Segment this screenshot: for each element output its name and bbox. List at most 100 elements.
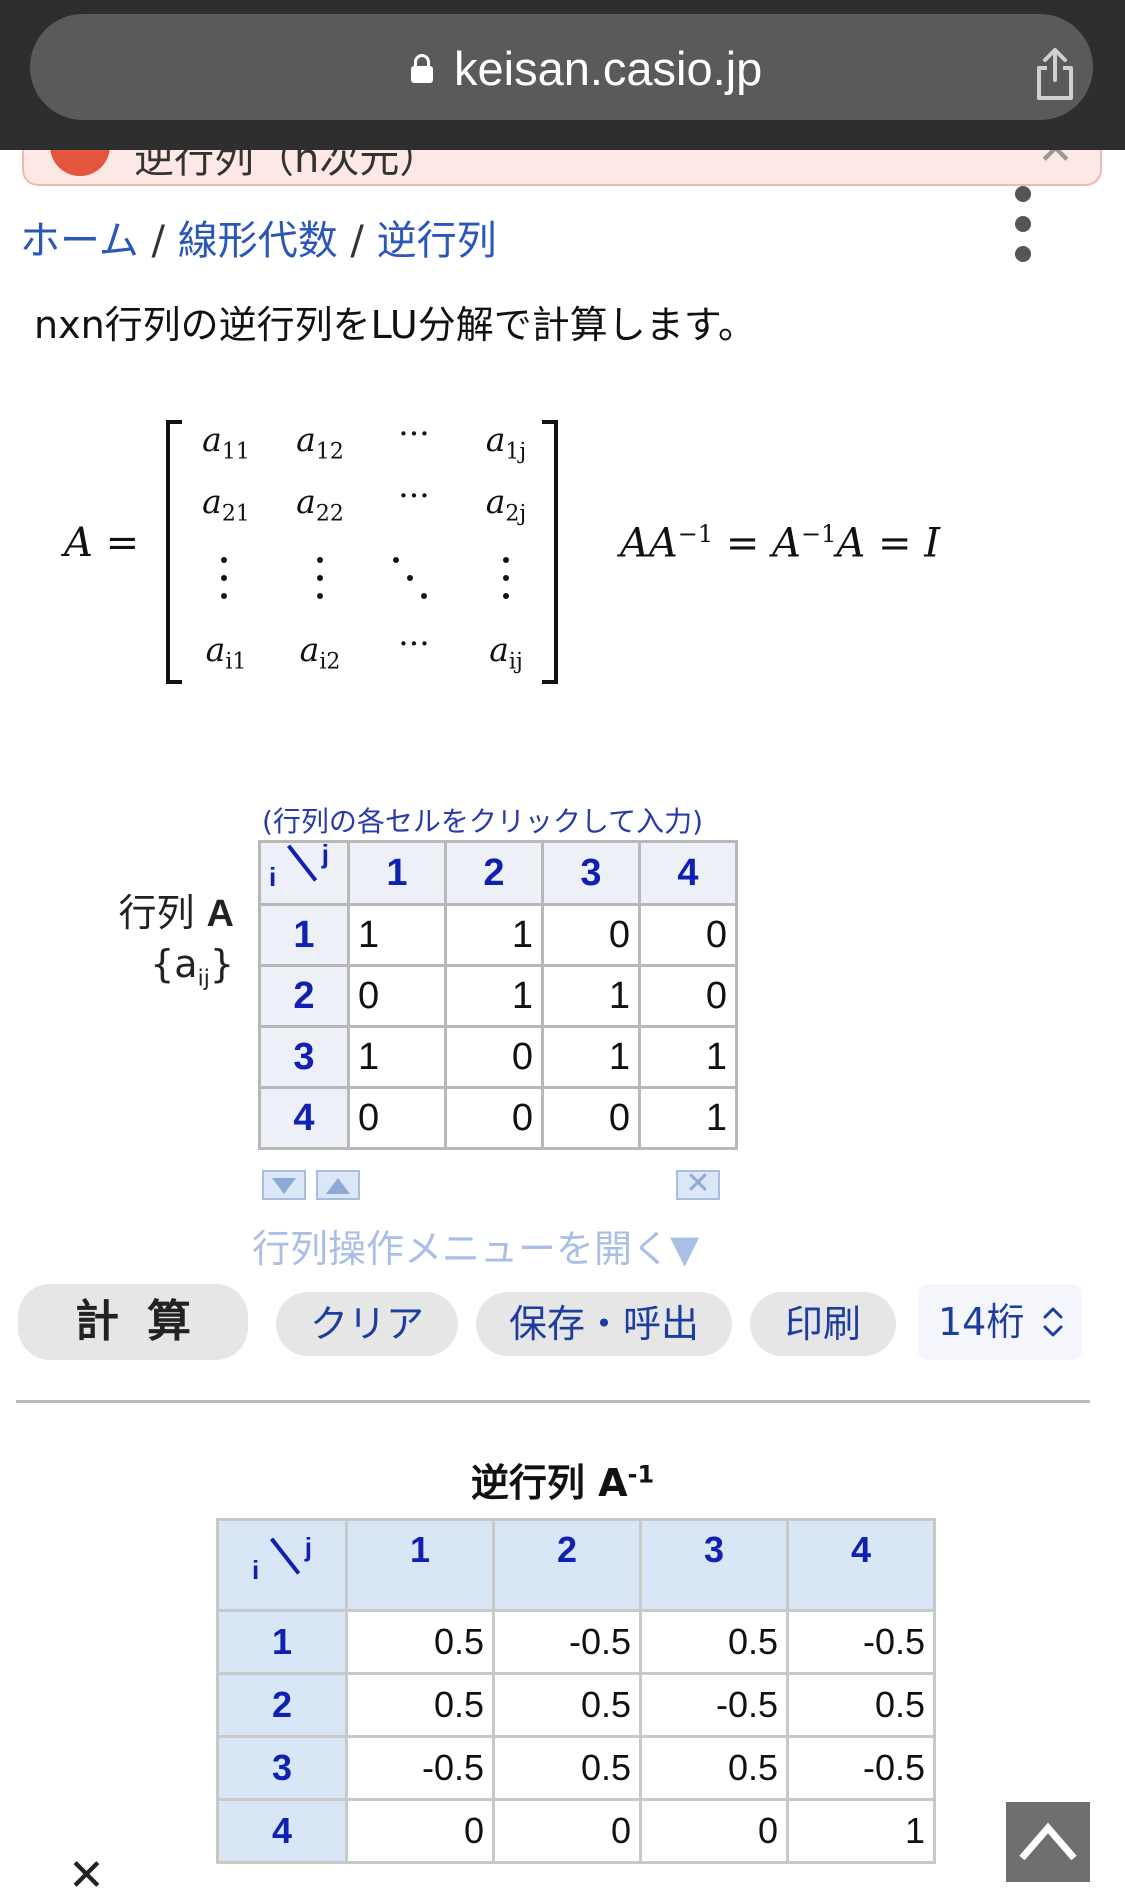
result-cell: 0.5 — [639, 1609, 789, 1675]
corner-cell: ij — [216, 1518, 348, 1612]
breadcrumb-current[interactable]: 逆行列 — [377, 218, 497, 264]
calculate-button[interactable]: 計算 — [18, 1284, 248, 1360]
column-header: 1 — [347, 840, 447, 906]
matrix-cell-input[interactable]: 0 — [541, 1086, 641, 1150]
breadcrumb-separator: / — [138, 218, 178, 264]
matrix-element: a11 — [202, 420, 250, 465]
url-text[interactable]: keisan.casio.jp — [454, 44, 762, 94]
column-header: 2 — [444, 840, 544, 906]
page-description: nxn行列の逆行列をLU分解で計算します。 — [34, 303, 756, 347]
result-cell: 0.5 — [345, 1672, 495, 1738]
triangle-down-icon — [272, 1178, 296, 1194]
scroll-to-top-button[interactable] — [1006, 1802, 1090, 1882]
more-vertical-icon[interactable] — [1010, 186, 1036, 262]
row-header: 3 — [258, 1025, 350, 1089]
chevron-up-down-icon — [1043, 1307, 1063, 1337]
matrix-element: a2j — [485, 482, 527, 527]
result-cell: 0 — [639, 1798, 789, 1864]
matrix-a-label: 行列 A {aij} — [118, 891, 234, 992]
matrix-symbol: A = — [64, 520, 140, 566]
banner-title: 逆行列（n次元） — [134, 150, 440, 182]
breadcrumb: ホーム / 線形代数 / 逆行列 — [20, 208, 497, 266]
matrix-element: a1j — [485, 420, 527, 465]
matrix-element: a12 — [296, 420, 344, 465]
matrix-cell-input[interactable]: 1 — [638, 1086, 738, 1150]
result-matrix-table: ij 1 2 3 4 1 0.5 -0.5 0.5 -0.5 2 0.5 0.5… — [216, 1518, 936, 1864]
result-title: 逆行列 A-1 — [470, 1460, 655, 1505]
column-header: 4 — [638, 840, 738, 906]
matrix-cell-input[interactable]: 0 — [638, 964, 738, 1028]
breadcrumb-home[interactable]: ホーム — [20, 218, 139, 264]
matrix-cell-input[interactable]: 1 — [541, 964, 641, 1028]
remove-row-button[interactable] — [262, 1170, 306, 1200]
matrix-cell-input[interactable]: 0 — [347, 964, 447, 1028]
address-bar[interactable]: keisan.casio.jp — [30, 14, 1093, 120]
matrix-element: aij — [489, 630, 523, 675]
matrix-cell-input[interactable]: 1 — [541, 1025, 641, 1089]
close-icon[interactable]: ✕ — [68, 1850, 105, 1901]
result-cell: -0.5 — [786, 1735, 936, 1801]
share-icon[interactable] — [1033, 46, 1077, 102]
result-cell: 0.5 — [639, 1735, 789, 1801]
row-header: 2 — [216, 1672, 348, 1738]
result-cell: 0.5 — [492, 1672, 642, 1738]
matrix-cell-input[interactable]: 0 — [541, 903, 641, 967]
row-header: 4 — [216, 1798, 348, 1864]
matrix-element: a22 — [296, 482, 344, 527]
input-hint: (行列の各セルをクリックして入力) — [262, 805, 704, 838]
matrix-menu-toggle[interactable]: 行列操作メニューを開く▼ — [252, 1218, 699, 1273]
matrix-ellipsis: ··· — [398, 414, 430, 453]
matrix-cell-input[interactable]: 1 — [347, 903, 447, 967]
column-header: 3 — [639, 1518, 789, 1612]
close-icon[interactable]: ✕ — [1037, 150, 1074, 175]
result-cell: -0.5 — [345, 1735, 495, 1801]
column-header: 1 — [345, 1518, 495, 1612]
print-button[interactable]: 印刷 — [750, 1292, 896, 1356]
matrix-cell-input[interactable]: 1 — [638, 1025, 738, 1089]
row-header: 1 — [216, 1609, 348, 1675]
result-cell: 0 — [345, 1798, 495, 1864]
matrix-dots — [221, 557, 509, 599]
row-header: 3 — [216, 1735, 348, 1801]
result-cell: 0.5 — [786, 1672, 936, 1738]
matrix-cell-input[interactable]: 1 — [444, 964, 544, 1028]
input-matrix-table: ij 1 2 3 4 1 1 1 0 0 2 0 1 1 0 3 1 0 1 1… — [258, 839, 738, 1150]
breadcrumb-category[interactable]: 線形代数 — [178, 218, 338, 264]
column-header: 4 — [786, 1518, 936, 1612]
section-divider — [16, 1400, 1090, 1403]
result-cell: -0.5 — [639, 1672, 789, 1738]
add-row-button[interactable] — [316, 1170, 360, 1200]
digits-value: 14桁 — [938, 1300, 1025, 1344]
matrix-cell-input[interactable]: 0 — [638, 903, 738, 967]
lock-icon — [411, 54, 433, 84]
matrix-cell-input[interactable]: 1 — [444, 903, 544, 967]
matrix-cell-input[interactable]: 0 — [444, 1086, 544, 1150]
browser-toolbar: keisan.casio.jp — [0, 0, 1125, 150]
matrix-element: ai1 — [205, 630, 247, 675]
row-header: 2 — [258, 964, 350, 1028]
result-cell: -0.5 — [786, 1609, 936, 1675]
save-load-button[interactable]: 保存・呼出 — [476, 1292, 732, 1356]
column-header: 3 — [541, 840, 641, 906]
row-header: 4 — [258, 1086, 350, 1150]
matrix-cell-input[interactable]: 0 — [444, 1025, 544, 1089]
result-cell: 0 — [492, 1798, 642, 1864]
corner-cell: ij — [258, 839, 350, 906]
site-logo-icon — [50, 150, 110, 176]
row-header: 1 — [258, 903, 350, 967]
result-cell: 0.5 — [345, 1609, 495, 1675]
matrix-cell-input[interactable]: 0 — [347, 1086, 447, 1150]
triangle-up-icon — [326, 1178, 350, 1194]
digits-select[interactable]: 14桁 — [918, 1284, 1082, 1360]
matrix-element: a21 — [202, 482, 250, 527]
clear-button[interactable]: クリア — [276, 1292, 458, 1356]
matrix-ellipsis: ··· — [398, 476, 430, 515]
close-icon: ✕ — [685, 1166, 711, 1201]
site-banner[interactable]: 逆行列（n次元） ✕ — [22, 150, 1102, 186]
result-cell: 1 — [786, 1798, 936, 1864]
inverse-relation-formula: AA−1 = A−1A = I — [620, 520, 941, 567]
chevron-up-icon — [1019, 1822, 1077, 1861]
clear-matrix-button[interactable]: ✕ — [676, 1166, 720, 1201]
matrix-cell-input[interactable]: 1 — [347, 1025, 447, 1089]
result-cell: -0.5 — [492, 1609, 642, 1675]
